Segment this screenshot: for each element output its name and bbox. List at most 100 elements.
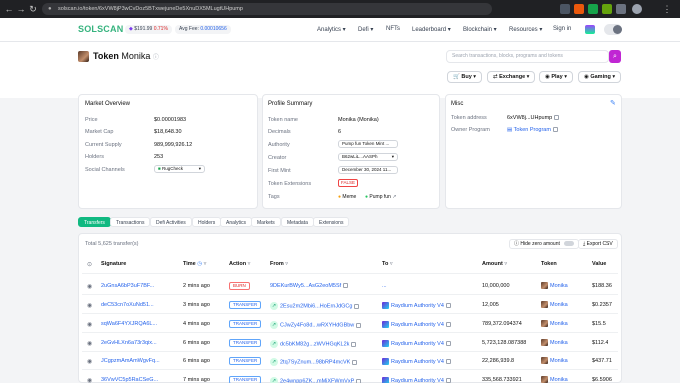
copy-icon[interactable] [554, 115, 560, 121]
token-link[interactable]: Monika [541, 376, 568, 383]
from-address-link[interactable]: ↗ 2tq7SyZnum...98bRP4mcVK [270, 358, 375, 366]
eye-icon[interactable]: ◉ [87, 377, 92, 383]
price-value: $0.00001983 [154, 117, 187, 123]
copy-icon[interactable] [445, 378, 451, 383]
toggle-switch[interactable] [564, 241, 575, 247]
from-address-link[interactable]: ↗ CJwZy4Fo8d...wRXYHdGBbw [270, 321, 375, 329]
tab-holders[interactable]: Holders [192, 217, 222, 227]
to-address-link[interactable]: Raydium Authority V4 [382, 302, 477, 309]
play-button[interactable]: ◉ Play ▾ [539, 71, 573, 83]
signature-link[interactable]: 2uGnsA6bP3uF7BF... [101, 283, 179, 289]
authority-select[interactable]: Pump fun Token Mint ... [338, 140, 398, 148]
copy-icon[interactable] [552, 127, 558, 133]
to-address-link[interactable]: Raydium Authority V4 [382, 340, 477, 347]
copy-icon[interactable] [343, 283, 349, 289]
signature-link[interactable]: JCgpzmAmAmWgvFq... [101, 358, 179, 364]
info-icon: ⓘ [514, 241, 520, 247]
exchange-button[interactable]: ⇄ Exchange ▾ [487, 71, 536, 83]
token-address-label: Token address [451, 115, 487, 121]
copy-icon[interactable] [356, 378, 362, 383]
profile-icon[interactable] [632, 4, 642, 14]
buy-button[interactable]: 🛒 Buy ▾ [447, 71, 483, 83]
nav-blockchain[interactable]: Blockchain ▾ [463, 26, 497, 33]
edit-icon[interactable]: ✎ [610, 99, 616, 107]
col-action[interactable]: Action ▿ [229, 261, 250, 267]
copy-icon[interactable] [445, 303, 451, 308]
gaming-button[interactable]: ◉ Gaming ▾ [578, 71, 622, 83]
signature-link[interactable]: 2eGvHLXn6a73r3qix... [101, 340, 179, 346]
col-from[interactable]: From ▿ [270, 261, 288, 267]
nav-nfts[interactable]: NFTs [386, 26, 400, 32]
eye-icon[interactable]: ◉ [87, 340, 92, 347]
first-mint-select[interactable]: December 30, 2024 11... [338, 166, 398, 174]
copy-icon[interactable] [445, 322, 451, 327]
extension-icon[interactable] [574, 4, 584, 14]
nav-analytics[interactable]: Analytics ▾ [317, 26, 346, 33]
tab-transactions[interactable]: Transactions [110, 217, 151, 227]
copy-icon[interactable] [352, 359, 358, 365]
copy-icon[interactable] [351, 341, 357, 347]
to-address-link[interactable]: Raydium Authority V4 [382, 377, 477, 383]
tag-meme[interactable]: ● Meme [338, 194, 356, 200]
back-icon[interactable]: ← [4, 4, 14, 14]
tab-analytics[interactable]: Analytics [220, 217, 253, 227]
token-link[interactable]: Monika [541, 320, 568, 327]
settings-icon[interactable]: ⊙ [87, 261, 92, 268]
solana-network-icon[interactable] [585, 25, 595, 34]
eye-icon[interactable]: ◉ [87, 358, 92, 365]
sign-in-link[interactable]: Sign in [553, 26, 571, 32]
col-time[interactable]: Time ◷ ▿ [183, 261, 206, 267]
extension-icon[interactable] [602, 4, 612, 14]
tab-extensions[interactable]: Extensions [313, 217, 350, 227]
signature-link[interactable]: 36VwVC5p5RaCSeG... [101, 377, 179, 383]
token-link[interactable]: Monika [541, 357, 568, 364]
from-address-link[interactable]: ↗ 2e4wnpp6ZK...mMiXFWmVxP [270, 377, 375, 383]
reload-icon[interactable]: ↻ [28, 4, 38, 14]
eye-icon[interactable]: ◉ [87, 302, 92, 309]
copy-icon[interactable] [445, 359, 451, 364]
search-button[interactable]: ⌕ [609, 50, 621, 63]
tag-pump-fun[interactable]: ● Pump fun ↗ [365, 194, 396, 200]
to-address-link[interactable]: Raydium Authority V4 [382, 321, 477, 328]
theme-toggle[interactable] [604, 24, 622, 35]
owner-program-link[interactable]: ▤ Token Program [507, 127, 558, 133]
solscan-logo[interactable]: SOLSCAN [78, 24, 123, 34]
signature-link[interactable]: sqWa6F4YXJRQA6L... [101, 321, 179, 327]
from-address-link[interactable]: ↗ dc5bKM82g...zWVHGqKL2k [270, 340, 375, 348]
extension-icon[interactable] [616, 4, 626, 14]
creator-select[interactable]: B62wLiL...AASPh ▾ [338, 153, 398, 161]
tab-markets[interactable]: Markets [251, 217, 281, 227]
eye-icon[interactable]: ◉ [87, 321, 92, 328]
token-link[interactable]: Monika [541, 282, 568, 289]
eye-icon[interactable]: ◉ [87, 283, 92, 290]
nav-resources[interactable]: Resources ▾ [509, 26, 542, 33]
nav-defi[interactable]: Defi ▾ [358, 26, 373, 33]
copy-icon[interactable] [445, 341, 451, 346]
col-to[interactable]: To ▿ [382, 261, 393, 267]
signature-link[interactable]: deC53cn7oXuNd51... [101, 302, 179, 308]
menu-icon[interactable]: ⋮ [662, 4, 672, 14]
to-address-link[interactable]: Raydium Authority V4 [382, 358, 477, 365]
rugcheck-select[interactable]: ■ RugCheck ▾ [154, 165, 205, 173]
hide-zero-toggle[interactable]: ⓘ Hide zero amount [509, 239, 580, 249]
copy-icon[interactable] [356, 322, 362, 328]
tab-transfers[interactable]: Transfers [78, 217, 111, 227]
token-link[interactable]: Monika [541, 339, 568, 346]
export-csv-button[interactable]: ⤓ Export CSV [578, 239, 618, 249]
tab-defi-activities[interactable]: Defi Activities [150, 217, 192, 227]
value-cell: $188.36 [592, 283, 612, 289]
copy-icon[interactable] [354, 303, 360, 309]
token-link[interactable]: Monika [541, 301, 568, 308]
from-address-link[interactable]: ↗ 2Esu2m2Mbi6...HoErnJdGCg [270, 302, 375, 310]
from-address-link[interactable]: 9DEKurBWy5...AsG2eoM5Sf [270, 283, 375, 289]
nav-leaderboard[interactable]: Leaderboard ▾ [412, 26, 451, 33]
address-bar[interactable]: ● solscan.io/token/6xVW8jP3wCvDoz5BTxwej… [42, 3, 492, 15]
divider [82, 273, 618, 274]
extension-icon[interactable] [588, 4, 598, 14]
search-input[interactable]: Search transactions, blocks, programs an… [446, 50, 609, 63]
tab-metadata[interactable]: Metadata [281, 217, 314, 227]
col-amount[interactable]: Amount ▿ [482, 261, 507, 267]
forward-icon[interactable]: → [16, 4, 26, 14]
to-address-link[interactable]: ... [382, 283, 477, 289]
extension-icon[interactable] [560, 4, 570, 14]
